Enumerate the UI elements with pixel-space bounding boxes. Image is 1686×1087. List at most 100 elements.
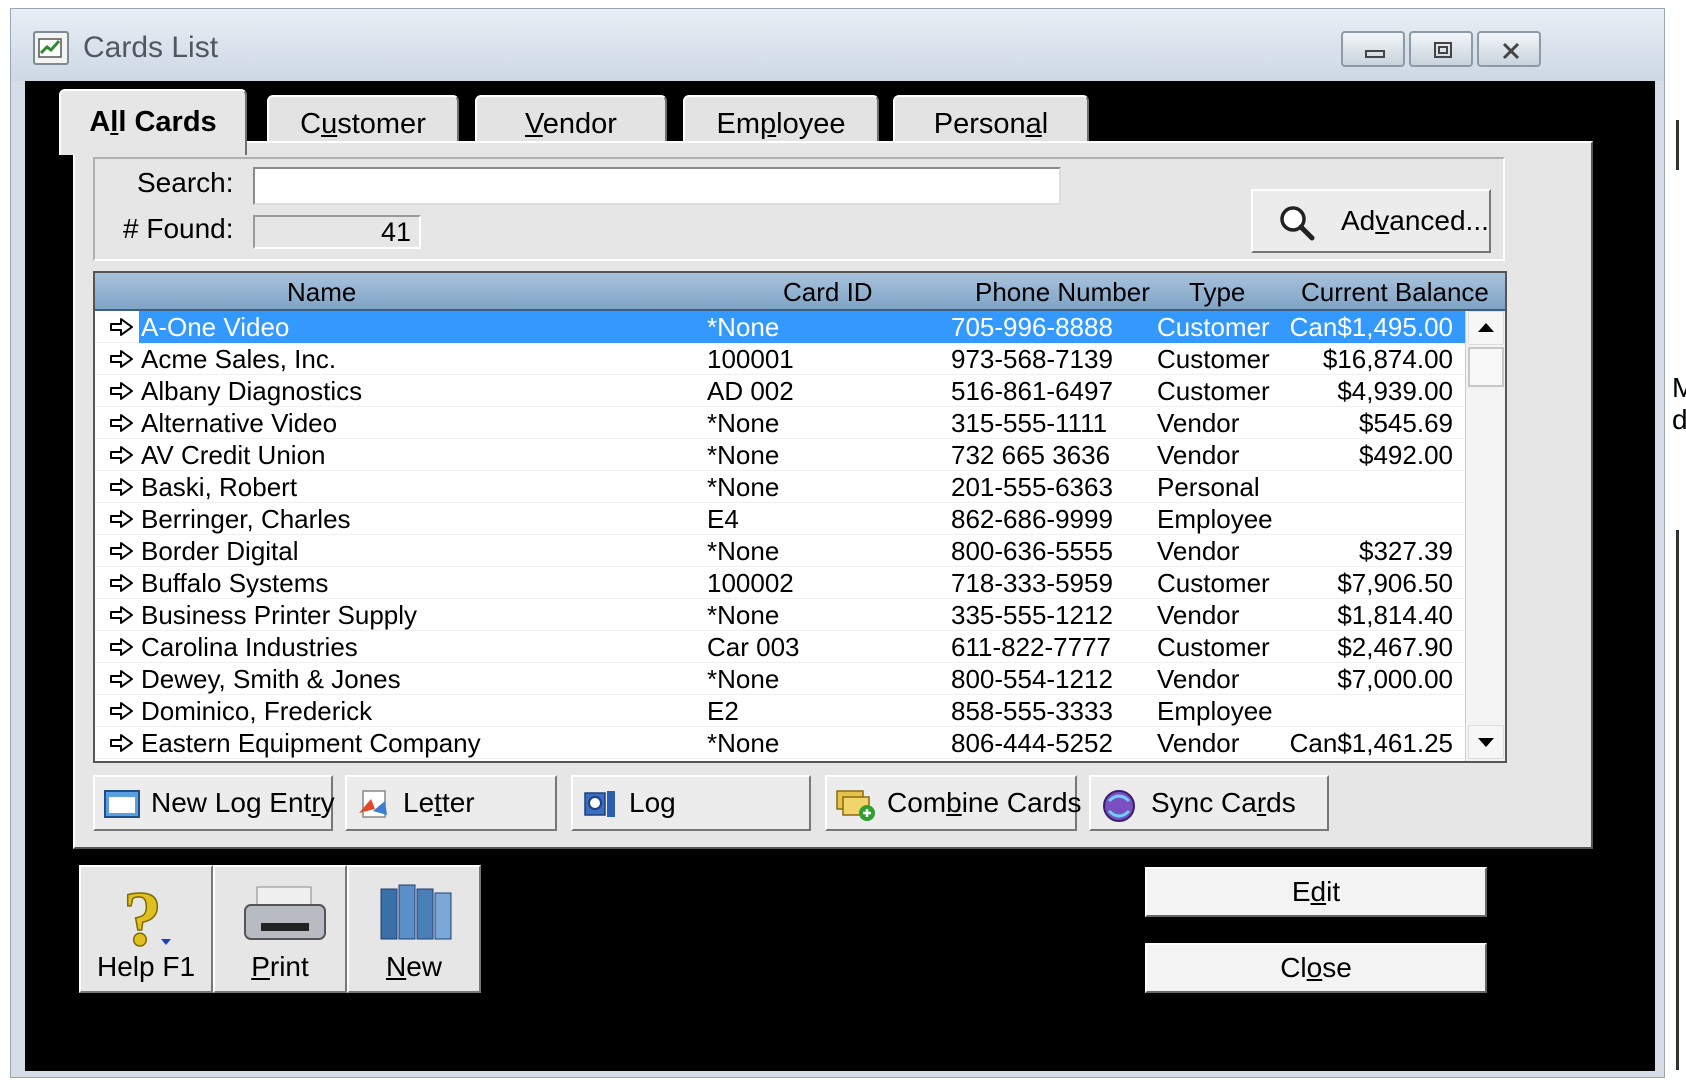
- minimize-button[interactable]: [1341, 31, 1405, 67]
- zoom-arrow-icon[interactable]: [109, 314, 135, 345]
- tab-label: stomer: [337, 108, 426, 140]
- search-group: Search: # Found: 41 Advanced...: [93, 157, 1505, 261]
- zoom-arrow-icon[interactable]: [109, 570, 135, 601]
- table-row[interactable]: Albany Diagnostics AD 002 516-861-6497 Cust…: [95, 375, 1465, 407]
- table-row[interactable]: Dewey, Smith & Jones *None 800-554-1212 Ven…: [95, 663, 1465, 695]
- close-label-accel: o: [1306, 952, 1323, 983]
- edge-text-fragment: M: [1672, 372, 1686, 403]
- advanced-search-button[interactable]: Advanced...: [1251, 189, 1491, 253]
- cell-balance: Can$1,495.00: [1289, 312, 1453, 342]
- edit-button[interactable]: Edit: [1145, 867, 1487, 917]
- table-row[interactable]: Buffalo Systems 100002 718-333-5959 Custome…: [95, 567, 1465, 599]
- zoom-arrow-icon[interactable]: [109, 474, 135, 505]
- cell-name: Buffalo Systems: [141, 568, 329, 598]
- button-label: y: [320, 787, 335, 818]
- col-balance[interactable]: Current Balance: [1301, 277, 1489, 308]
- cell-card-id: *None: [707, 728, 780, 758]
- help-button[interactable]: ? Help F1: [79, 865, 213, 993]
- log-button[interactable]: Log: [571, 775, 811, 831]
- close-window-button[interactable]: [1477, 31, 1541, 67]
- new-log-entry-button[interactable]: New Log Entry: [93, 775, 335, 831]
- table-row[interactable]: Dominico, Frederick E2 858-555-3333 Employe…: [95, 695, 1465, 727]
- button-label: New Log Ent: [151, 787, 312, 818]
- zoom-arrow-icon[interactable]: [109, 538, 135, 569]
- table-row[interactable]: Border Digital *None 800-636-5555 Vendor $32…: [95, 535, 1465, 567]
- close-button[interactable]: Close: [1145, 943, 1487, 993]
- zoom-arrow-icon[interactable]: [109, 602, 135, 633]
- zoom-arrow-icon[interactable]: [109, 698, 135, 729]
- cell-name: Carolina Industries: [141, 632, 358, 662]
- zoom-arrow-icon[interactable]: [109, 506, 135, 537]
- title-bar[interactable]: Cards List: [11, 9, 1664, 81]
- cell-name: Border Digital: [141, 536, 299, 566]
- cell-card-id: Car 003: [707, 632, 800, 662]
- zoom-arrow-icon[interactable]: [109, 378, 135, 409]
- zoom-arrow-icon[interactable]: [109, 730, 135, 761]
- new-card-icon: [380, 884, 452, 940]
- log-entry-icon: [104, 790, 140, 818]
- col-name[interactable]: Name: [287, 277, 356, 308]
- col-phone[interactable]: Phone Number: [975, 277, 1150, 308]
- cell-name: Alternative Video: [141, 408, 338, 438]
- cards-list-window: Cards List All Cards Customer Vendor Emp…: [10, 8, 1665, 1078]
- table-row[interactable]: Acme Sales, Inc. 100001 973-568-7139 Custom…: [95, 343, 1465, 375]
- cell-card-id: AD 002: [707, 376, 794, 406]
- letter-icon: [359, 790, 387, 818]
- button-label: ter: [441, 787, 475, 818]
- table-row[interactable]: Alternative Video *None 315-555-1111 Vendor…: [95, 407, 1465, 439]
- arrow-up-icon: [1478, 323, 1494, 332]
- advanced-label: anced...: [1389, 205, 1489, 236]
- edge-divider: [1676, 120, 1679, 170]
- print-button[interactable]: Print: [213, 865, 347, 993]
- table-row[interactable]: A-One Video *None 705-996-8888 Customer Can$…: [95, 311, 1465, 343]
- scroll-up-button[interactable]: [1468, 311, 1504, 345]
- sync-cards-button[interactable]: Sync Cards: [1089, 775, 1329, 831]
- zoom-arrow-icon[interactable]: [109, 410, 135, 441]
- zoom-arrow-icon[interactable]: [109, 666, 135, 697]
- print-label: rint: [269, 951, 309, 982]
- col-card-id[interactable]: Card ID: [783, 277, 873, 308]
- table-row[interactable]: AV Credit Union *None 732 665 3636 Vendor $4…: [95, 439, 1465, 471]
- zoom-arrow-icon[interactable]: [109, 346, 135, 377]
- table-header: Name Card ID Phone Number Type Current B…: [95, 273, 1505, 311]
- table-row[interactable]: Berringer, Charles E4 862-686-9999 Employee: [95, 503, 1465, 535]
- cell-card-id: E2: [707, 696, 739, 726]
- tab-all-cards[interactable]: All Cards: [59, 89, 247, 155]
- table-row[interactable]: Business Printer Supply *None 335-555-1212…: [95, 599, 1465, 631]
- cell-card-id: 100001: [707, 344, 794, 374]
- letter-button[interactable]: Letter: [345, 775, 557, 831]
- cell-name: Albany Diagnostics: [141, 376, 363, 406]
- maximize-button[interactable]: [1409, 31, 1473, 67]
- scroll-thumb[interactable]: [1468, 347, 1504, 387]
- cell-balance: $545.69: [1359, 408, 1453, 438]
- window-content: All Cards Customer Vendor Employee Perso…: [25, 81, 1655, 1071]
- cell-phone: 806-444-5252: [951, 728, 1113, 758]
- tab-label: l: [1041, 108, 1049, 140]
- cell-type: Vendor: [1157, 600, 1240, 630]
- help-question-icon: ?: [122, 877, 171, 957]
- cell-type: Customer: [1157, 344, 1270, 374]
- cell-type: Employee: [1157, 696, 1273, 726]
- cell-phone: 201-555-6363: [951, 472, 1113, 502]
- tab-panel: Search: # Found: 41 Advanced... Name Car…: [73, 141, 1593, 849]
- table-row[interactable]: Baski, Robert *None 201-555-6363 Personal: [95, 471, 1465, 503]
- scroll-down-button[interactable]: [1468, 725, 1504, 759]
- table-row[interactable]: Carolina Industries Car 003 611-822-7777 Cu…: [95, 631, 1465, 663]
- new-card-button[interactable]: New: [347, 865, 481, 993]
- combine-cards-button[interactable]: Combine Cards: [825, 775, 1082, 831]
- table-row[interactable]: Eastern Equipment Company *None 806-444-52…: [95, 727, 1465, 759]
- vertical-scrollbar[interactable]: [1465, 311, 1505, 761]
- zoom-arrow-icon[interactable]: [109, 634, 135, 665]
- cell-name: AV Credit Union: [141, 440, 326, 470]
- cell-balance: $16,874.00: [1322, 344, 1453, 374]
- sync-cards-icon: [1103, 790, 1135, 822]
- cell-name: Baski, Robert: [141, 472, 298, 502]
- cell-phone: 611-822-7777: [951, 632, 1111, 662]
- zoom-arrow-icon[interactable]: [109, 442, 135, 473]
- tab-label: Em: [716, 108, 761, 140]
- cell-type: Vendor: [1157, 728, 1240, 758]
- search-input[interactable]: [253, 167, 1061, 205]
- printer-icon: [244, 886, 326, 940]
- cell-balance: $492.00: [1359, 440, 1453, 470]
- col-type[interactable]: Type: [1189, 277, 1245, 308]
